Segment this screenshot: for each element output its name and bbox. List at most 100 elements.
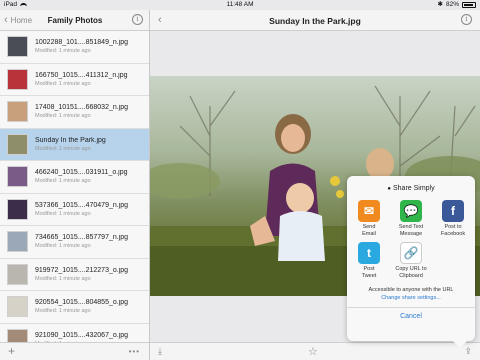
file-list-item[interactable]: 17408_10151....668032_n.jpg Modified: 1 m… [0,96,149,129]
file-list-item[interactable]: 1002288_101....851849_n.jpg Modified: 1 m… [0,31,149,64]
sidebar-nav-bar: ‹ Home Family Photos i [0,10,149,31]
file-text: 919972_1015....212273_o.jpg Modified: 1 m… [35,267,128,282]
file-name: 734665_1015....857797_n.jpg [35,234,129,242]
more-options-icon[interactable]: ••• [129,347,140,356]
battery-percent: 82% [445,1,459,8]
file-name: Sunday In the Park.jpg [35,136,106,144]
share-label-line2: Tweet [361,272,377,279]
photo-thumbnail [7,68,28,90]
photo-thumbnail [7,296,28,318]
file-text: 920554_1015....804855_o.jpg Modified: 1 m… [35,299,128,314]
file-modified: Modified: 1 minute ago [35,308,91,315]
facebook-icon: f [442,200,464,222]
file-modified: Modified: 1 minute ago [35,80,91,87]
photo-thumbnail [7,231,28,253]
share-label-line2: Facebook [440,230,466,237]
file-modified: Modified: 1 minute ago [35,178,91,185]
share-option-label: Send Email [362,224,376,237]
share-option-label: Post to Facebook [441,224,465,237]
share-option-facebook[interactable]: f Post to Facebook [432,200,474,237]
file-text: 166750_1015....411312_n.jpg Modified: 1 m… [35,72,128,87]
file-name: 919972_1015....212273_o.jpg [35,266,129,274]
file-list-item[interactable]: 920554_1015....804855_o.jpg Modified: 1 m… [0,291,149,324]
file-name: 166750_1015....411312_n.jpg [35,71,128,79]
share-options: ✉ Send Email 💬 Send Text Message f Post to Faceb… [348,200,475,279]
share-label-line1: Post [363,266,375,272]
file-list-item[interactable]: 734665_1015....857797_n.jpg Modified: 1 m… [0,226,149,259]
share-popover-title: ● Share Simply [347,176,475,192]
file-list-item[interactable]: 919972_1015....212273_o.jpg Modified: 1 m… [0,259,149,291]
share-option-twitter[interactable]: t Post Tweet [348,242,390,279]
share-icon[interactable]: ⇪ [464,346,472,357]
share-option-message[interactable]: 💬 Send Text Message [390,200,432,237]
share-popover: ● Share Simply ✉ Send Email 💬 Send Text Messag… [347,176,475,341]
share-option-label: Copy URL to Clipboard [395,266,426,279]
share-simply-icon: ● [387,186,391,192]
main-toolbar: ⤓ ☆ ⇪ [150,342,480,360]
share-label-line1: Copy URL to [395,266,427,272]
share-popover-title-text: Share Simply [392,185,435,192]
file-text: 1002288_101....851849_n.jpg Modified: 1 m… [35,39,128,54]
share-label-line1: Send Text [398,224,424,230]
file-name: 466240_1015....031911_o.jpg [35,169,128,177]
photo-thumbnail [7,198,28,220]
file-list-item[interactable]: 166750_1015....411312_n.jpg Modified: 1 m… [0,64,149,96]
battery-icon [462,2,476,8]
share-label-line2: Message [399,230,423,237]
file-list: 1002288_101....851849_n.jpg Modified: 1 m… [0,31,149,356]
star-icon[interactable]: ☆ [308,345,318,358]
status-time: 11:48 AM [226,1,254,8]
photo-title: Sunday In the Park.jpg [269,16,361,26]
file-modified: Modified: 1 minute ago [35,243,91,250]
file-modified: Modified: 1 minute ago [35,113,91,120]
file-name: 921090_1015....432067_o.jpg [35,331,129,339]
main-nav-bar: ‹ Sunday In the Park.jpg i [150,10,480,31]
file-list-item[interactable]: 466240_1015....031911_o.jpg Modified: 1 m… [0,161,149,194]
file-list-item[interactable]: Sunday In the Park.jpg Modified: 1 minute… [0,128,149,161]
status-bar: iPad 11:48 AM ✱ 82% [0,0,480,10]
info-icon[interactable]: i [461,14,472,25]
share-label-line2: Email [362,230,376,237]
file-name: 537366_1015....470479_n.jpg [35,201,129,209]
change-share-settings-link[interactable]: Change share settings... [347,295,475,301]
share-option-link[interactable]: 🔗 Copy URL to Clipboard [390,242,432,279]
file-name: 920554_1015....804855_o.jpg [35,299,129,307]
file-name: 1002288_101....851849_n.jpg [35,39,129,47]
file-modified: Modified: 1 minute ago [35,275,91,282]
file-text: 17408_10151....668032_n.jpg Modified: 1 m… [35,104,128,119]
twitter-icon: t [358,242,380,264]
chevron-left-icon: ‹ [4,13,8,26]
home-back-button[interactable]: ‹ Home [4,13,33,26]
share-label-line1: Post to [444,224,462,230]
photo-thumbnail [7,36,28,58]
file-text: 734665_1015....857797_n.jpg Modified: 1 m… [35,234,128,249]
download-icon[interactable]: ⤓ [158,346,162,357]
email-icon: ✉ [358,200,380,222]
photo-thumbnail [7,263,28,285]
file-text: 466240_1015....031911_o.jpg Modified: 1 m… [35,169,128,184]
access-note: Accessible to anyone with the URL [368,287,454,293]
share-label-line1: Send [362,224,376,230]
file-modified: Modified: 1 minute ago [35,145,91,152]
cancel-button[interactable]: Cancel [347,313,475,320]
share-option-email[interactable]: ✉ Send Email [348,200,390,237]
file-modified: Modified: 1 minute ago [35,48,91,55]
link-icon: 🔗 [400,242,422,264]
photo-thumbnail [7,133,28,155]
file-text: Sunday In the Park.jpg Modified: 1 minute… [35,137,106,152]
add-icon[interactable]: + [8,344,15,358]
share-label-line2: Clipboard [399,272,423,279]
sidebar: ‹ Home Family Photos i 1002288_101....85… [0,10,150,360]
file-modified: Modified: 1 minute ago [35,210,91,217]
photo-thumbnail [7,166,28,188]
sidebar-toolbar: + ••• [0,342,149,360]
info-icon[interactable]: i [132,14,143,25]
status-right: ✱ 82% [438,0,476,10]
file-name: 17408_10151....668032_n.jpg [35,104,129,112]
file-list-item[interactable]: 537366_1015....470479_n.jpg Modified: 1 m… [0,194,149,226]
share-option-label: Post Tweet [362,266,377,279]
share-option-label: Send Text Message [399,224,423,237]
photo-thumbnail [7,101,28,123]
back-label: Home [10,15,33,25]
message-icon: 💬 [400,200,422,222]
